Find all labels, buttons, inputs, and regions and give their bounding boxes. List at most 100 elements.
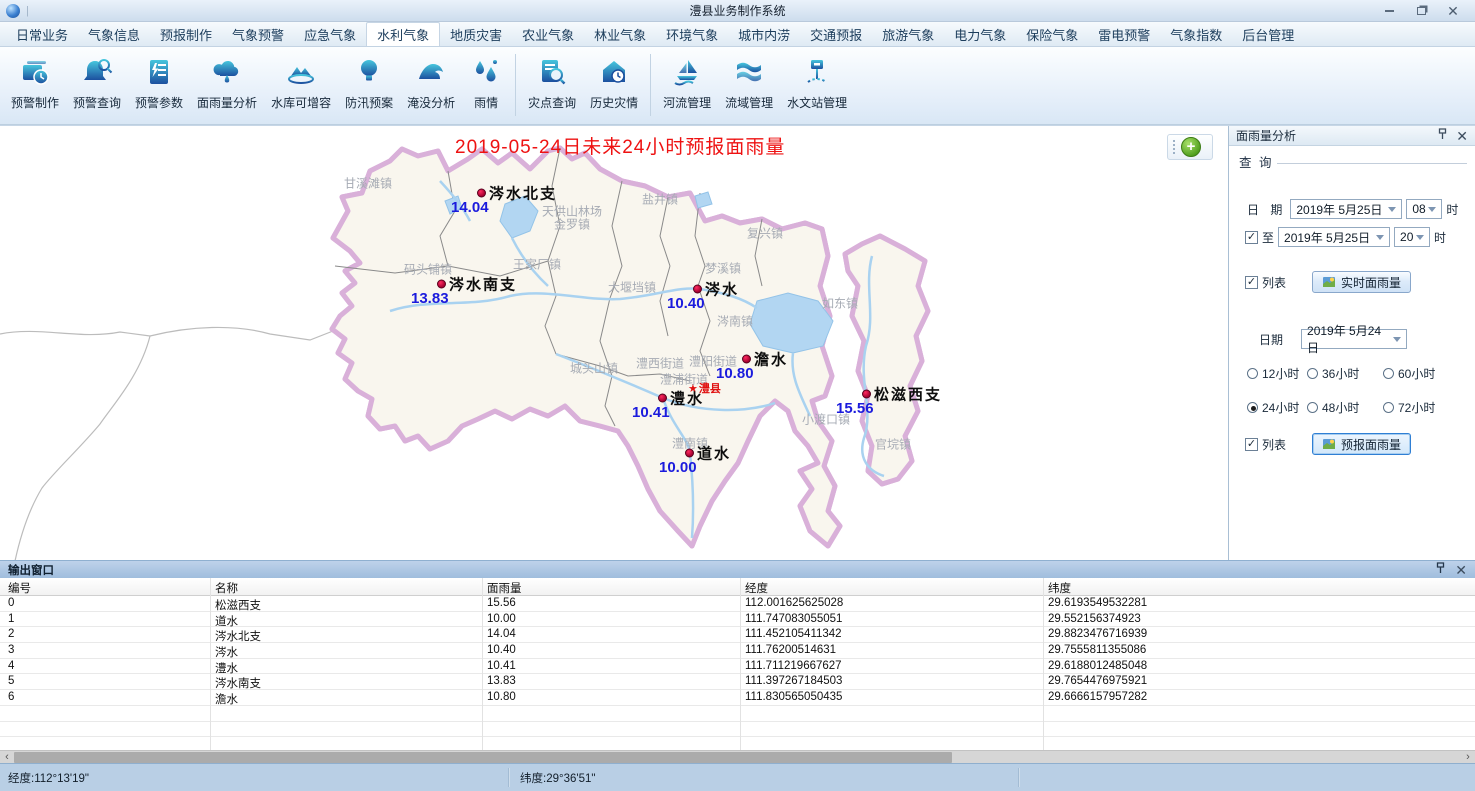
toolbar-button-warning-params[interactable]: 预警参数 (128, 54, 190, 112)
table-row-empty (0, 706, 1475, 722)
toolbar-button-flood-plan[interactable]: 防汛预案 (338, 54, 400, 112)
forecast-rain-button[interactable]: 预报面雨量 (1312, 433, 1411, 455)
menu-item-1[interactable]: 日常业务 (6, 22, 78, 46)
table-row[interactable]: 6澹水10.80111.83056505043529.6666157957282 (0, 690, 1475, 706)
station-dot-icon[interactable] (862, 390, 871, 399)
inundation-icon (414, 55, 448, 89)
station-name: 涔水北支 (489, 183, 557, 204)
radio-label: 24小时 (1262, 399, 1299, 416)
duration-radio-72小时[interactable]: 72小时 (1383, 399, 1459, 416)
table-row[interactable]: 5涔水南支13.83111.39726718450329.76544769759… (0, 674, 1475, 690)
cell: 涔水北支 (215, 628, 261, 644)
cell: 29.552156374923 (1048, 613, 1141, 625)
table-row[interactable]: 2涔水北支14.04111.45210541134229.88234767169… (0, 627, 1475, 643)
toolbar-button-history-disaster[interactable]: 历史灾情 (583, 54, 645, 112)
app-window: | 澧县业务制作系统 ✕ 日常业务气象信息预报制作气象预警应急气象水利气象地质灾… (0, 0, 1475, 791)
menu-item-11[interactable]: 城市内涝 (728, 22, 800, 46)
radio-icon (1307, 402, 1318, 413)
forecast-list-checkbox[interactable]: ✓ (1245, 438, 1258, 451)
menu-item-18[interactable]: 后台管理 (1232, 22, 1304, 46)
realtime-rain-button[interactable]: 实时面雨量 (1312, 271, 1411, 293)
station-dot-icon[interactable] (693, 285, 702, 294)
minimize-button[interactable] (1381, 4, 1397, 18)
station-dot-icon[interactable] (477, 189, 486, 198)
menu-item-5[interactable]: 应急气象 (294, 22, 366, 46)
horizontal-scrollbar[interactable]: ‹ › (0, 750, 1475, 763)
toolbar-button-warning-make[interactable]: 预警制作 (4, 54, 66, 112)
menu-item-15[interactable]: 保险气象 (1016, 22, 1088, 46)
menu-item-8[interactable]: 农业气象 (512, 22, 584, 46)
menu-item-13[interactable]: 旅游气象 (872, 22, 944, 46)
grip-handle-icon[interactable] (1173, 140, 1175, 154)
cell: 29.6666157957282 (1048, 691, 1147, 703)
menu-item-9[interactable]: 林业气象 (584, 22, 656, 46)
duration-radio-24小时[interactable]: 24小时 (1247, 399, 1307, 416)
toolbar-button-river-manage[interactable]: 河流管理 (656, 54, 718, 112)
cell: 29.8823476716939 (1048, 628, 1147, 640)
table-row[interactable]: 0松滋西支15.56112.00162562502829.61935495322… (0, 596, 1475, 612)
radio-label: 48小时 (1322, 399, 1359, 416)
station-value: 10.41 (632, 404, 670, 421)
output-close-icon[interactable]: ✕ (1455, 564, 1467, 576)
menu-item-3[interactable]: 预报制作 (150, 22, 222, 46)
list-checkbox[interactable]: ✓ (1245, 276, 1258, 289)
toolbar-button-disaster-search[interactable]: 灾点查询 (521, 54, 583, 112)
toolbar-button-reservoir[interactable]: 水库可增容 (264, 54, 338, 112)
close-button[interactable]: ✕ (1445, 4, 1461, 18)
menu-item-2[interactable]: 气象信息 (78, 22, 150, 46)
menu-item-17[interactable]: 气象指数 (1160, 22, 1232, 46)
start-date-select[interactable]: 2019年 5月25日 (1290, 199, 1402, 219)
forecast-date-select[interactable]: 2019年 5月24日 (1301, 329, 1407, 349)
scroll-left-button[interactable]: ‹ (0, 751, 14, 763)
toolbar-button-hydrostation-manage[interactable]: 水文站管理 (780, 54, 854, 112)
to-checkbox[interactable]: ✓ (1245, 231, 1258, 244)
river-manage-icon (670, 55, 704, 89)
menu-item-6[interactable]: 水利气象 (366, 22, 440, 46)
toolbar-button-warning-search[interactable]: 预警查询 (66, 54, 128, 112)
menu-item-14[interactable]: 电力气象 (944, 22, 1016, 46)
radio-icon (1247, 402, 1258, 413)
station-dot-icon[interactable] (685, 449, 694, 458)
title-bar: | 澧县业务制作系统 ✕ (0, 0, 1475, 22)
start-hour-select[interactable]: 08 (1406, 199, 1442, 219)
column-divider (740, 578, 741, 750)
output-table[interactable]: 编号名称面雨量经度纬度 0松滋西支15.56112.00162562502829… (0, 578, 1475, 750)
menu-item-4[interactable]: 气象预警 (222, 22, 294, 46)
toolbar-button-rainfall[interactable]: 雨情 (462, 54, 510, 112)
restore-button[interactable] (1413, 4, 1429, 18)
map-area[interactable]: 2019-05-24日未来24小时预报面雨量 甘溪滩镇盐井镇天供山林场金罗镇复兴… (0, 126, 1228, 561)
add-layer-button[interactable]: + (1181, 137, 1201, 157)
table-row[interactable]: 4澧水10.41111.71121966762729.6188012485048 (0, 659, 1475, 675)
table-row[interactable]: 1道水10.00111.74708305505129.552156374923 (0, 612, 1475, 628)
panel-close-icon[interactable]: ✕ (1456, 130, 1468, 142)
menu-item-10[interactable]: 环境气象 (656, 22, 728, 46)
end-hour-select[interactable]: 20 (1394, 227, 1430, 247)
end-date-select[interactable]: 2019年 5月25日 (1278, 227, 1390, 247)
station-dot-icon[interactable] (742, 355, 751, 364)
menu-item-16[interactable]: 雷电预警 (1088, 22, 1160, 46)
table-row[interactable]: 3涔水10.40111.7620051463129.7555811355086 (0, 643, 1475, 659)
scrollbar-thumb[interactable] (14, 752, 952, 763)
menu-item-12[interactable]: 交通预报 (800, 22, 872, 46)
chevron-down-icon (1388, 207, 1396, 212)
duration-radio-48小时[interactable]: 48小时 (1307, 399, 1383, 416)
pin-icon[interactable] (1436, 562, 1445, 577)
rain-analysis-panel: 面雨量分析 ✕ 查 询 日 期 2019年 5月25日 08 (1228, 126, 1475, 560)
station-dot-icon[interactable] (437, 280, 446, 289)
station-dot-icon[interactable] (658, 394, 667, 403)
duration-radio-36小时[interactable]: 36小时 (1307, 365, 1383, 382)
toolbar-button-basin-manage[interactable]: 流域管理 (718, 54, 780, 112)
pin-icon[interactable] (1438, 128, 1447, 143)
toolbar-button-rain-analysis[interactable]: 面雨量分析 (190, 54, 264, 112)
menu-item-7[interactable]: 地质灾害 (440, 22, 512, 46)
status-divider (1018, 768, 1019, 787)
scroll-right-button[interactable]: › (1461, 751, 1475, 763)
cell: 111.711219667627 (745, 660, 842, 672)
hour-suffix-label: 时 (1446, 201, 1458, 218)
station-name: 澹水 (754, 349, 788, 370)
duration-radio-60小时[interactable]: 60小时 (1383, 365, 1459, 382)
reservoir-icon (284, 55, 318, 89)
toolbar-button-inundation[interactable]: 淹没分析 (400, 54, 462, 112)
toolbar-button-label: 历史灾情 (590, 94, 638, 111)
duration-radio-12小时[interactable]: 12小时 (1247, 365, 1307, 382)
